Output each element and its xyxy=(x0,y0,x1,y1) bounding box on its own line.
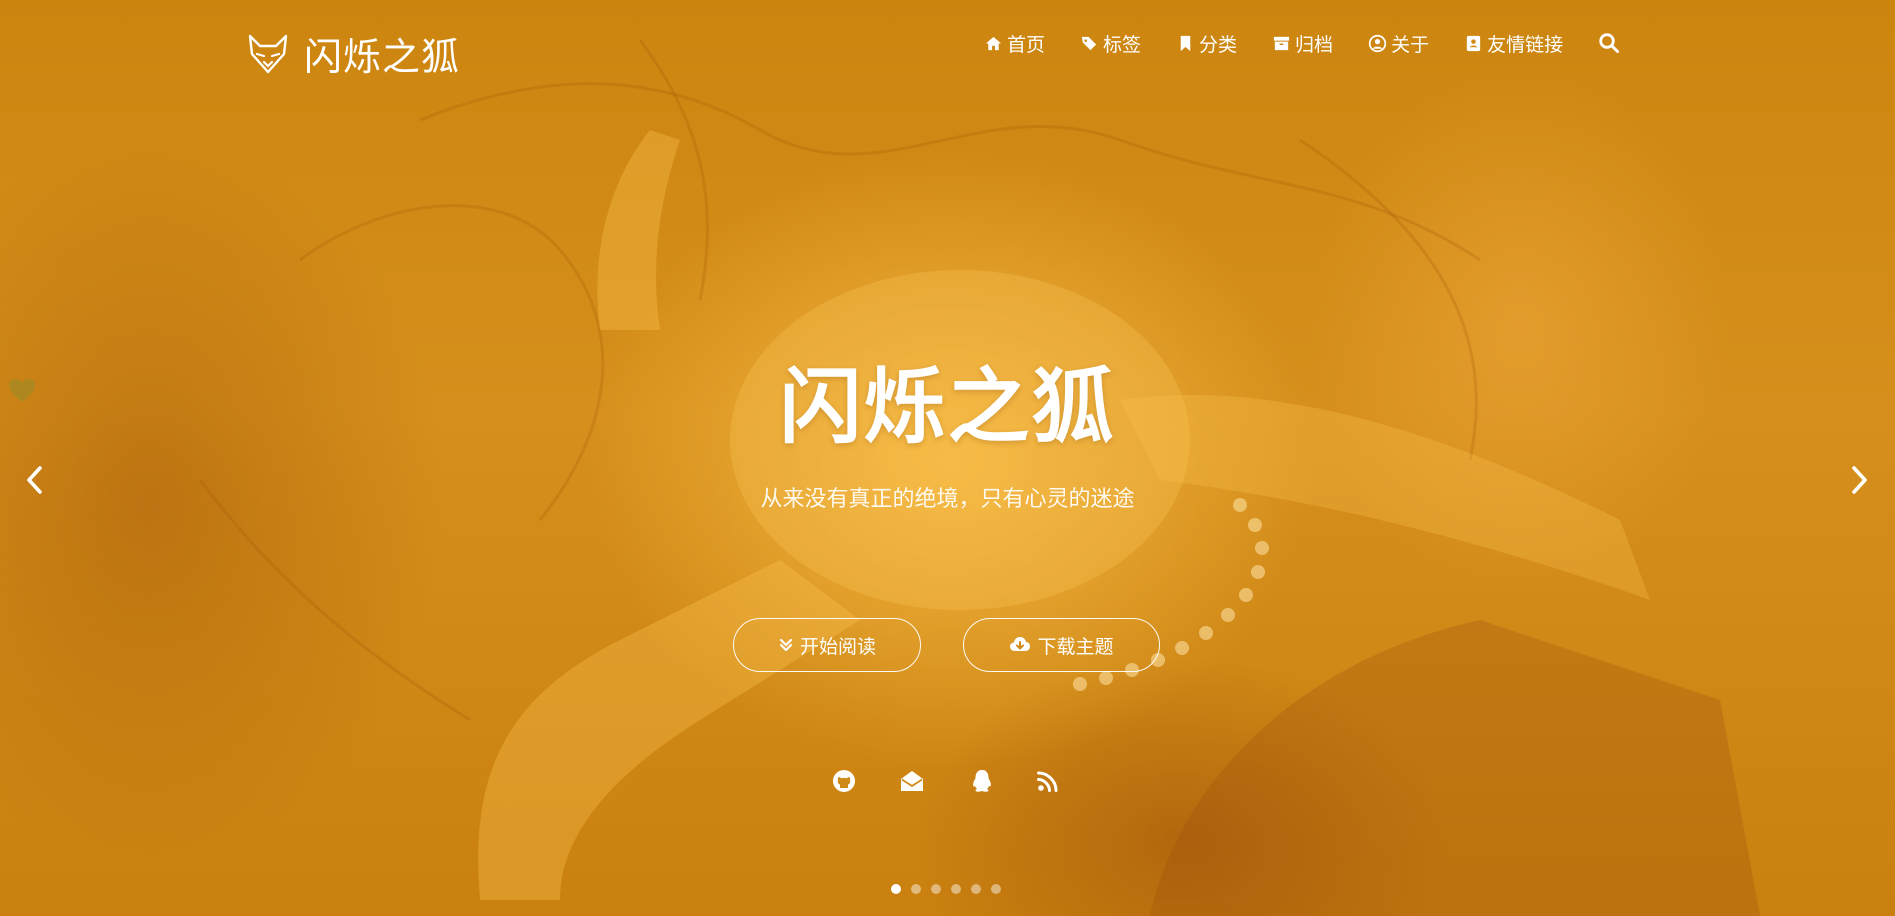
nav-item-categories[interactable]: 分类 xyxy=(1176,30,1237,57)
carousel-dot[interactable] xyxy=(891,884,901,894)
carousel-indicators xyxy=(891,884,1011,894)
site-logo[interactable]: 闪烁之狐 xyxy=(246,26,460,81)
hero-banner: 闪烁之狐 首页 标签 分类 归档 关于 友情链接 闪烁之狐 从来没有真正的绝境，… xyxy=(0,0,1895,916)
search-icon xyxy=(1599,33,1620,53)
email-link[interactable] xyxy=(899,768,925,794)
tags-icon xyxy=(1081,36,1097,50)
nav-item-label: 关于 xyxy=(1391,33,1430,56)
bookmark-icon xyxy=(1180,35,1191,51)
qq-icon xyxy=(973,770,991,792)
hero-title: 闪烁之狐 xyxy=(779,360,1116,455)
fox-logo-icon xyxy=(248,34,288,73)
nav-item-archives[interactable]: 归档 xyxy=(1272,30,1333,57)
angle-double-down-icon xyxy=(779,638,793,652)
rss-link[interactable] xyxy=(1035,768,1061,794)
carousel-dot[interactable] xyxy=(951,884,961,894)
nav-item-label: 友情链接 xyxy=(1487,33,1564,56)
carousel-dot[interactable] xyxy=(971,884,981,894)
nav-item-label: 标签 xyxy=(1103,33,1142,56)
nav-item-friend-links[interactable]: 友情链接 xyxy=(1464,30,1563,57)
download-theme-button[interactable]: 下载主题 xyxy=(963,618,1160,672)
home-icon xyxy=(985,36,1002,50)
carousel-dot[interactable] xyxy=(911,884,921,894)
nav-item-home[interactable]: 首页 xyxy=(984,30,1045,57)
nav-item-label: 首页 xyxy=(1007,33,1046,56)
start-reading-button[interactable]: 开始阅读 xyxy=(733,618,921,672)
nav-item-label: 归档 xyxy=(1295,33,1334,56)
envelope-open-icon xyxy=(901,771,923,791)
nav-item-tags[interactable]: 标签 xyxy=(1080,30,1141,57)
nav-item-about[interactable]: 关于 xyxy=(1368,30,1429,57)
carousel-dot[interactable] xyxy=(991,884,1001,894)
address-book-icon xyxy=(1466,35,1481,51)
user-circle-icon xyxy=(1368,34,1387,52)
cloud-download-icon xyxy=(1010,637,1031,651)
main-nav: 首页 标签 分类 归档 关于 友情链接 xyxy=(984,30,1620,56)
qq-link[interactable] xyxy=(969,768,995,794)
carousel-dot[interactable] xyxy=(931,884,941,894)
site-name: 闪烁之狐 xyxy=(304,35,461,79)
github-link[interactable] xyxy=(831,768,857,794)
nav-item-label: 分类 xyxy=(1199,33,1238,56)
github-icon xyxy=(833,770,855,792)
download-theme-label: 下载主题 xyxy=(1037,635,1114,658)
hero-subtitle: 从来没有真正的绝境，只有心灵的迷途 xyxy=(760,487,1135,512)
rss-icon xyxy=(1037,771,1058,792)
archive-icon xyxy=(1273,36,1290,50)
search-button[interactable] xyxy=(1598,32,1620,54)
start-reading-label: 开始阅读 xyxy=(799,635,876,658)
